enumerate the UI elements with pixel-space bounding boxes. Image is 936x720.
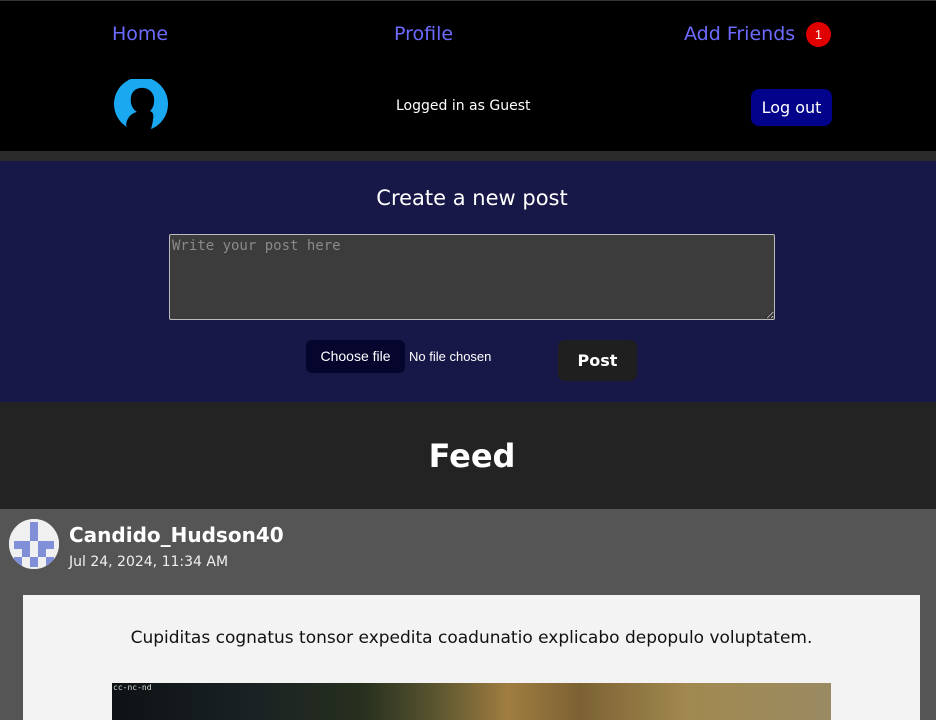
nav-add-friends-link[interactable]: Add Friends [684, 23, 795, 45]
post-text-input[interactable] [169, 234, 775, 320]
top-navbar: Home Profile Add Friends 1 Logged in as … [0, 0, 936, 151]
nav-home-link[interactable]: Home [112, 23, 168, 45]
post-text: Cupiditas cognatus tonsor expedita coadu… [130, 628, 813, 648]
section-divider [0, 151, 936, 161]
post-author-name[interactable]: Candido_Hudson40 [69, 523, 284, 547]
post-timestamp: Jul 24, 2024, 11:34 AM [69, 554, 229, 570]
logout-button[interactable]: Log out [751, 89, 832, 126]
create-post-title: Create a new post [376, 186, 568, 210]
choose-file-button[interactable]: Choose file [306, 340, 405, 373]
file-status-text: No file chosen [409, 349, 492, 364]
logged-in-status: Logged in as Guest [396, 98, 531, 114]
post-card: Candido_Hudson40 Jul 24, 2024, 11:34 AM … [0, 509, 936, 720]
user-silhouette-icon[interactable] [113, 79, 169, 135]
image-license-label: cc-nc-nd [113, 683, 152, 692]
post-image[interactable]: cc-nc-nd [112, 683, 831, 720]
identicon-avatar-icon [9, 519, 59, 569]
post-button[interactable]: Post [558, 340, 637, 381]
create-post-section: Create a new post Choose file No file ch… [0, 161, 936, 402]
post-content: Cupiditas cognatus tonsor expedita coadu… [23, 595, 920, 720]
feed-header: Feed [0, 402, 936, 509]
friend-request-badge[interactable]: 1 [806, 22, 831, 47]
nav-profile-link[interactable]: Profile [394, 23, 453, 45]
feed-title: Feed [428, 437, 516, 475]
author-avatar[interactable] [9, 519, 59, 569]
